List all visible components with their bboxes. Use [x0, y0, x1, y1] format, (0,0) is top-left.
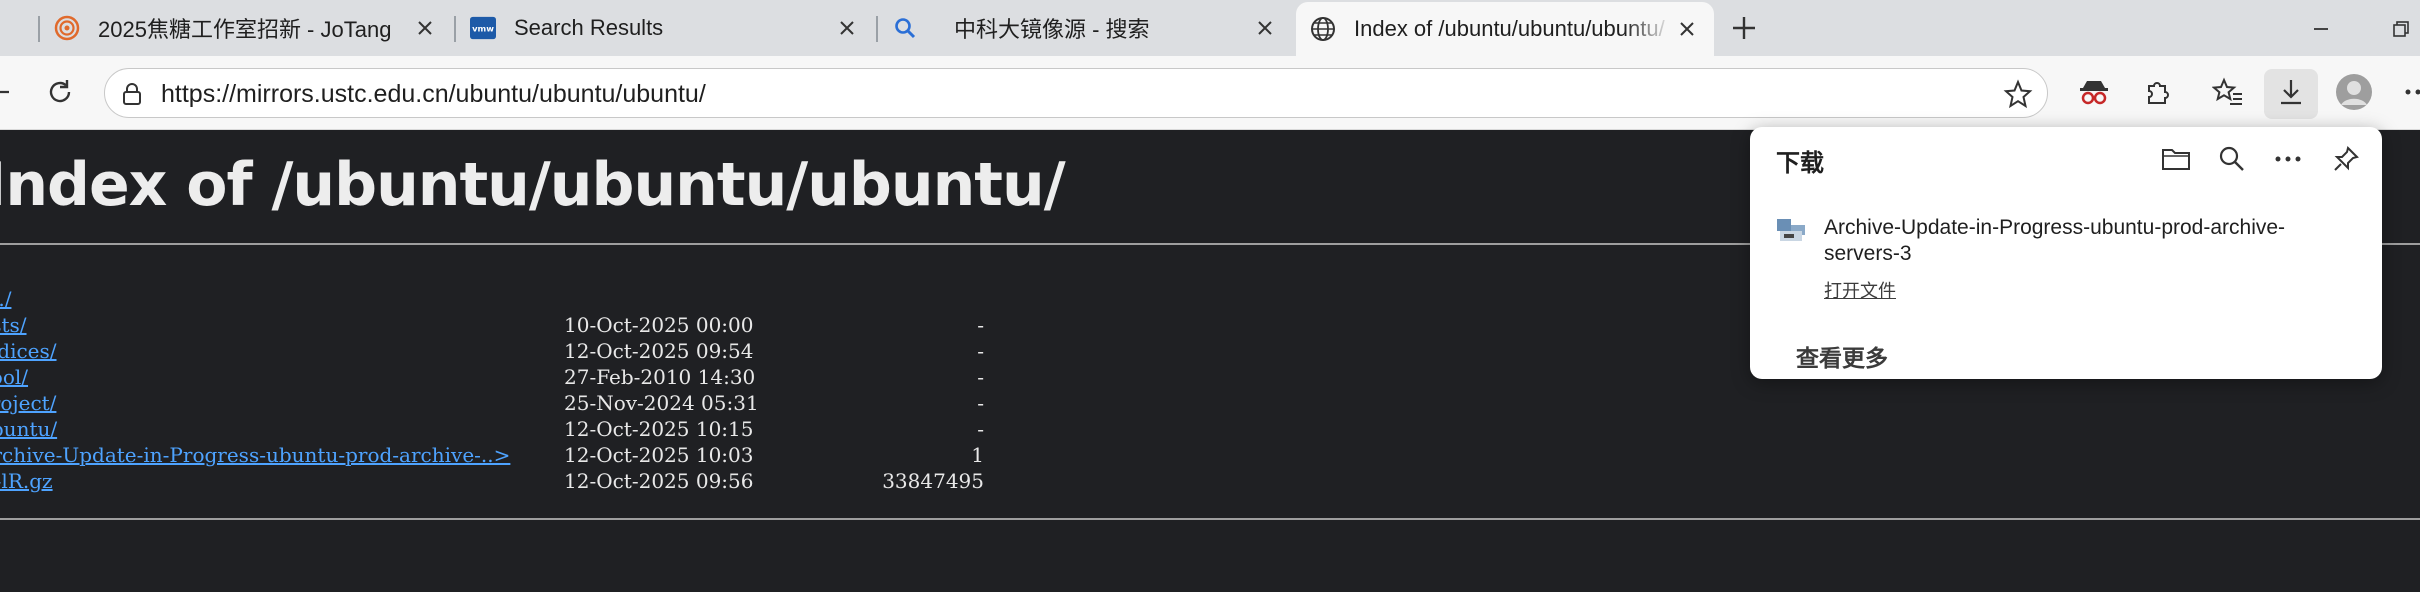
tab-title: Index of /ubuntu/ubuntu/ubuntu/	[1354, 16, 1665, 41]
tab-title: 2025焦糖工作室招新 - JoTang	[98, 17, 392, 42]
downloads-flyout: 下载 Archive-Update-in-Progress-ubuntu-pro…	[1750, 127, 2382, 379]
divider	[0, 518, 2420, 520]
more-menu-icon[interactable]	[2396, 70, 2420, 114]
search-icon[interactable]	[2214, 141, 2250, 177]
browser-toolbar: https://mirrors.ustc.edu.cn/ubuntu/ubunt…	[0, 56, 2420, 130]
extensions-puzzle-icon[interactable]	[2136, 70, 2180, 114]
downloads-title: 下载	[1776, 150, 1824, 177]
file-date: 12-Oct-2025 10:03	[564, 443, 754, 467]
tab-close-icon[interactable]	[832, 13, 862, 43]
file-size: -	[977, 313, 984, 337]
profile-avatar-icon[interactable]	[2332, 70, 2376, 114]
file-link[interactable]: ubuntu/	[0, 417, 57, 441]
file-date: 12-Oct-2025 10:15	[564, 417, 754, 441]
download-arrow-icon[interactable]	[2269, 70, 2313, 114]
address-bar[interactable]: https://mirrors.ustc.edu.cn/ubuntu/ubunt…	[104, 68, 2048, 118]
file-date: 10-Oct-2025 00:00	[564, 313, 754, 337]
file-size: 33847495	[882, 469, 984, 493]
spy-extension-icon[interactable]	[2072, 70, 2116, 114]
file-link[interactable]: dists/	[0, 313, 27, 337]
open-folder-icon[interactable]	[2158, 141, 2194, 177]
file-size: -	[977, 417, 984, 441]
file-icon	[1776, 217, 1806, 245]
tab-index-ubuntu[interactable]: Index of /ubuntu/ubuntu/ubuntu/	[1296, 2, 1714, 56]
file-size: -	[977, 365, 984, 389]
url-text[interactable]: https://mirrors.ustc.edu.cn/ubuntu/ubunt…	[161, 80, 706, 109]
file-date: 25-Nov-2024 05:31	[564, 391, 759, 415]
maximize-icon[interactable]	[2386, 14, 2416, 44]
tab-strip: 2025焦糖工作室招新 - JoTang vmw Search Results …	[0, 0, 2420, 56]
pin-icon[interactable]	[2328, 141, 2364, 177]
tab-bing-search[interactable]: 中科大镜像源 - 搜索	[878, 0, 1292, 56]
tab-title: 中科大镜像源 - 搜索	[954, 17, 1150, 42]
favorite-star-icon[interactable]	[2003, 79, 2033, 109]
tab-close-icon[interactable]	[410, 13, 440, 43]
tab-search-results[interactable]: vmw Search Results	[456, 0, 874, 56]
svg-text:vmw: vmw	[472, 24, 494, 34]
tab-close-icon[interactable]	[1250, 13, 1280, 43]
new-tab-button[interactable]	[1726, 12, 1762, 44]
more-options-icon[interactable]	[2270, 141, 2306, 177]
file-link[interactable]: ls-lR.gz	[0, 469, 53, 493]
minimize-icon[interactable]	[2306, 14, 2336, 44]
lock-icon[interactable]	[119, 81, 145, 107]
tab-title: Search Results	[514, 15, 664, 40]
file-size: -	[977, 391, 984, 415]
open-file-link[interactable]: 打开文件	[1824, 277, 1896, 303]
back-arrow-icon[interactable]	[0, 70, 20, 114]
favorites-icon[interactable]	[2206, 70, 2250, 114]
file-link[interactable]: pool/	[0, 365, 28, 389]
globe-icon	[1310, 16, 1336, 42]
tab-jotang[interactable]: 2025焦糖工作室招新 - JoTang	[40, 0, 452, 56]
reload-icon[interactable]	[38, 70, 82, 114]
file-size: 1	[971, 443, 984, 467]
tab-close-icon[interactable]	[1672, 14, 1702, 44]
jotang-favicon-icon	[54, 15, 80, 41]
downloaded-file-name[interactable]: Archive-Update-in-Progress-ubuntu-prod-a…	[1824, 215, 2354, 267]
file-link[interactable]: Archive-Update-in-Progress-ubuntu-prod-a…	[0, 443, 510, 467]
search-favicon-icon	[892, 15, 918, 41]
vmware-favicon-icon: vmw	[470, 15, 496, 41]
file-link[interactable]: ../	[0, 287, 11, 311]
page-heading: Index of /ubuntu/ubuntu/ubuntu/	[0, 150, 1066, 220]
file-date: 12-Oct-2025 09:54	[564, 339, 754, 363]
file-link[interactable]: project/	[0, 391, 56, 415]
see-more-link[interactable]: 查看更多	[1796, 339, 1888, 373]
file-date: 12-Oct-2025 09:56	[564, 469, 754, 493]
file-size: -	[977, 339, 984, 363]
file-link[interactable]: indices/	[0, 339, 57, 363]
file-date: 27-Feb-2010 14:30	[564, 365, 756, 389]
